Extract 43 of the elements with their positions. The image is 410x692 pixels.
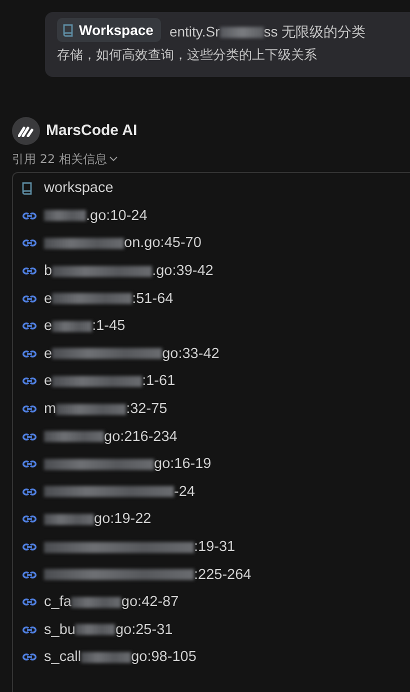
chain-link-icon — [22, 239, 37, 248]
message-text: ss 无限级的分类 — [264, 24, 366, 40]
reference-item[interactable]: c_fa go:42-87 — [44, 594, 179, 610]
reference-item[interactable]: s_bu go:25-31 — [44, 622, 173, 638]
chain-link-icon — [22, 212, 37, 220]
reference-item[interactable]: go:16-19 — [44, 456, 212, 472]
chain-link-icon — [22, 350, 37, 358]
chain-link-icon — [22, 515, 37, 524]
reference-item[interactable]: e go:33-42 — [44, 346, 220, 362]
chain-link-icon — [22, 322, 37, 330]
chevron-icon — [108, 156, 118, 162]
chain-link-icon — [22, 377, 37, 386]
book-icon — [22, 182, 33, 195]
reference-item[interactable]: .go:10-24 — [44, 208, 148, 224]
chain-link-icon — [22, 432, 37, 441]
chain-link-icon — [22, 267, 37, 276]
chain-link-icon — [22, 460, 37, 468]
workspace-chip[interactable]: Workspace — [57, 18, 162, 42]
reference-item[interactable]: workspace — [44, 180, 114, 196]
redaction-blur — [220, 27, 264, 38]
references-toggle[interactable]: 引用 22 相关信息 — [12, 150, 118, 168]
reference-item[interactable]: e :1-45 — [44, 318, 126, 334]
chain-link-icon — [22, 405, 37, 414]
chain-link-icon — [22, 626, 37, 634]
chain-link-icon — [22, 653, 37, 662]
chain-link-icon — [22, 598, 37, 606]
book-icon — [63, 24, 74, 36]
chain-link-icon — [22, 570, 37, 579]
assistant-name: MarsCode AI — [46, 122, 138, 139]
message-text: 存储，如何高效查询，这些分类的上下级关系 — [57, 46, 318, 64]
reference-item[interactable]: go:19-22 — [44, 511, 152, 528]
chain-link-icon — [22, 294, 37, 303]
reference-item[interactable]: e :51-64 — [44, 290, 174, 307]
reference-item[interactable]: on.go:45-70 — [44, 235, 202, 252]
chain-link-icon — [22, 543, 37, 552]
reference-item[interactable]: go:216-234 — [44, 428, 178, 445]
chain-link-icon — [22, 488, 37, 496]
reference-item[interactable]: s_call go:98-105 — [44, 649, 196, 666]
reference-item[interactable]: e :1-61 — [44, 373, 176, 390]
avatar-logo-icon — [12, 116, 40, 144]
reference-item[interactable]: b .go:39-42 — [44, 263, 214, 280]
reference-item[interactable]: m :32-75 — [44, 401, 168, 418]
message-text: entity.Sr — [169, 24, 220, 40]
